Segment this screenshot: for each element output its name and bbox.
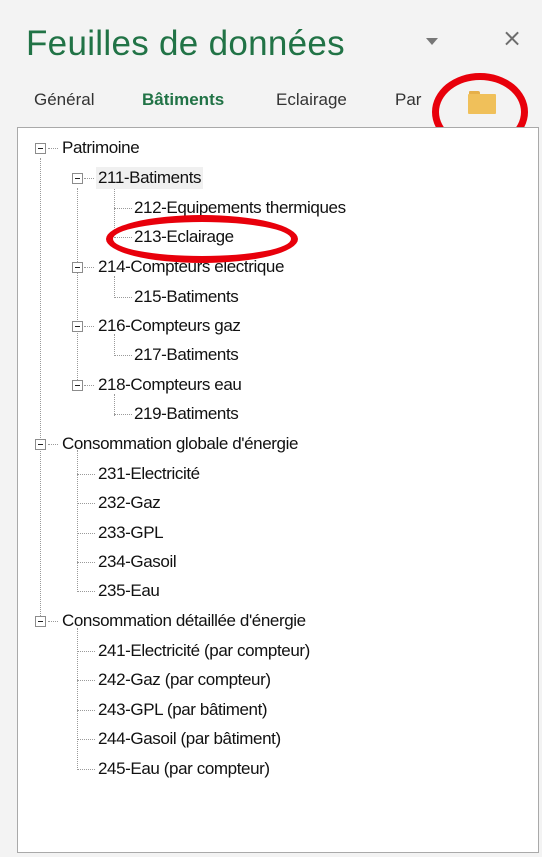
tree-line	[114, 355, 132, 356]
tree-line	[114, 297, 132, 298]
pane-title: Feuilles de données	[26, 24, 345, 63]
collapse-toggle-icon[interactable]	[72, 262, 83, 273]
tree-node-232-gaz[interactable]: 232-Gaz	[96, 492, 162, 514]
task-pane: Feuilles de données × Général Bâtiments …	[0, 0, 542, 857]
tree-node-241-electricite[interactable]: 241-Electricité (par compteur)	[96, 640, 312, 662]
tree-node-231-electricite[interactable]: 231-Electricité	[96, 463, 202, 485]
collapse-toggle-icon[interactable]	[72, 321, 83, 332]
tree-line	[48, 621, 58, 622]
tree-line	[114, 276, 115, 298]
chevron-down-icon[interactable]	[426, 38, 438, 45]
tree-line	[77, 591, 95, 592]
close-icon[interactable]: ×	[500, 26, 524, 50]
tree-node-235-eau[interactable]: 235-Eau	[96, 580, 161, 602]
tree-node-215-batiments[interactable]: 215-Batiments	[132, 286, 240, 308]
tree-line	[48, 148, 58, 149]
tree-node-212-equipements-thermiques[interactable]: 212-Equipements thermiques	[132, 197, 348, 219]
tab-par[interactable]: Par	[395, 90, 427, 110]
tree-node-211-batiments[interactable]: 211-Batiments	[96, 167, 204, 189]
tree-line	[77, 680, 95, 681]
tree-node-245-eau[interactable]: 245-Eau (par compteur)	[96, 758, 272, 780]
tree-node-219-batiments[interactable]: 219-Batiments	[132, 403, 240, 425]
tree-line	[84, 267, 94, 268]
tree-line	[114, 394, 115, 416]
tree-node-patrimoine[interactable]: Patrimoine	[60, 137, 141, 159]
tree-line	[114, 208, 132, 209]
tab-general[interactable]: Général	[34, 90, 94, 110]
collapse-toggle-icon[interactable]	[35, 143, 46, 154]
tree-node-233-gpl[interactable]: 233-GPL	[96, 522, 165, 544]
tree-node-216-compteurs-gaz[interactable]: 216-Compteurs gaz	[96, 315, 243, 337]
tree-line	[77, 739, 95, 740]
tree-line	[114, 334, 115, 356]
collapse-toggle-icon[interactable]	[72, 380, 83, 391]
tree-line	[77, 769, 95, 770]
collapse-toggle-icon[interactable]	[35, 616, 46, 627]
tree-node-consommation-detaillee[interactable]: Consommation détaillée d'énergie	[60, 610, 308, 632]
tree-line	[77, 503, 95, 504]
tab-eclairage[interactable]: Eclairage	[276, 90, 347, 110]
tree-line	[84, 326, 94, 327]
tree-line	[77, 628, 78, 770]
annotation-ellipse	[106, 215, 298, 263]
tree-line	[77, 651, 95, 652]
tree-line	[84, 385, 94, 386]
tab-batiments[interactable]: Bâtiments	[142, 90, 224, 110]
tree-line	[77, 710, 95, 711]
collapse-toggle-icon[interactable]	[72, 173, 83, 184]
tree-node-243-gpl[interactable]: 243-GPL (par bâtiment)	[96, 699, 269, 721]
tree-line	[84, 178, 94, 179]
tree-node-242-gaz[interactable]: 242-Gaz (par compteur)	[96, 669, 273, 691]
tree-node-234-gasoil[interactable]: 234-Gasoil	[96, 551, 178, 573]
tree-line	[77, 188, 78, 388]
tree-line	[114, 188, 115, 232]
tree-line	[77, 450, 78, 592]
tree-line	[77, 533, 95, 534]
tree-line	[40, 158, 41, 622]
tree-node-217-batiments[interactable]: 217-Batiments	[132, 344, 240, 366]
tree-line	[114, 414, 132, 415]
tree-line	[77, 474, 95, 475]
tree-line	[48, 444, 58, 445]
tree-node-244-gasoil[interactable]: 244-Gasoil (par bâtiment)	[96, 728, 283, 750]
tree-node-consommation-globale[interactable]: Consommation globale d'énergie	[60, 433, 300, 455]
tree-node-218-compteurs-eau[interactable]: 218-Compteurs eau	[96, 374, 243, 396]
tree-line	[77, 562, 95, 563]
collapse-toggle-icon[interactable]	[35, 439, 46, 450]
